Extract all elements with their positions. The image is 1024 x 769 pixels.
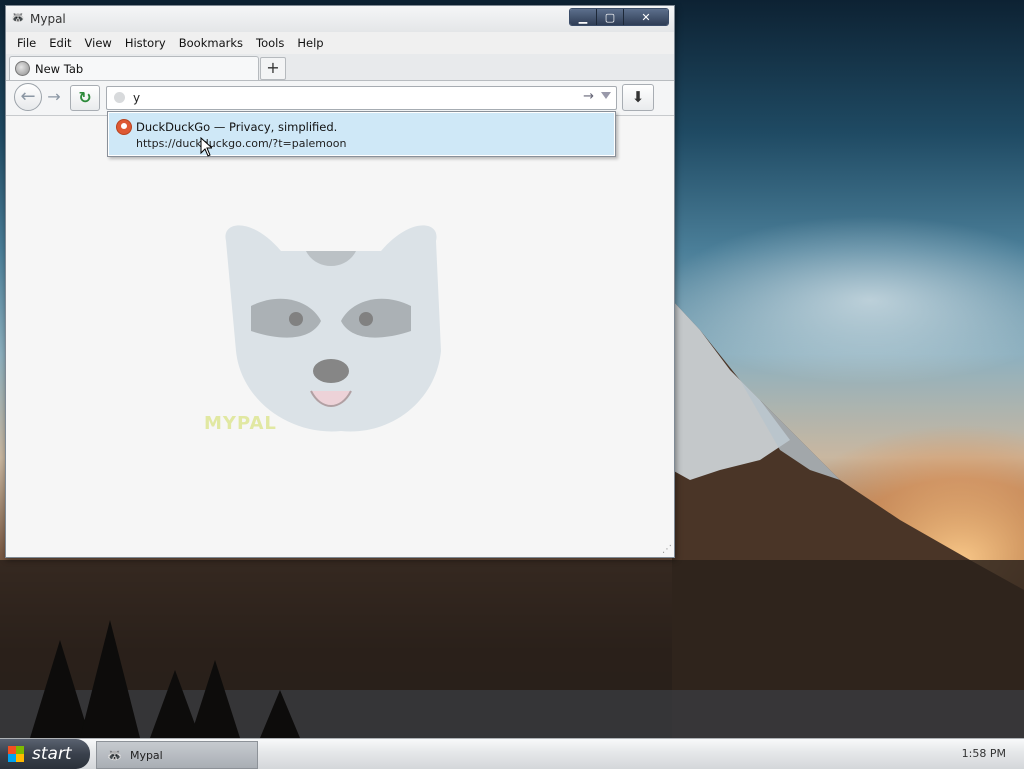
downloads-button[interactable]: ⬇ xyxy=(622,84,654,111)
menu-file[interactable]: File xyxy=(17,36,36,50)
caption-buttons: ▁ ▢ ✕ xyxy=(569,8,669,26)
new-tab-button[interactable]: + xyxy=(260,57,286,80)
window-title: Mypal xyxy=(30,12,66,26)
raccoon-icon: 🦝 xyxy=(11,11,25,24)
menu-bookmarks[interactable]: Bookmarks xyxy=(179,36,243,50)
start-label: start xyxy=(32,744,72,764)
start-button[interactable]: start xyxy=(0,739,90,769)
mouse-cursor-icon xyxy=(200,137,212,157)
menu-help[interactable]: Help xyxy=(297,36,323,50)
address-bar[interactable]: → xyxy=(106,86,617,110)
duckduckgo-icon xyxy=(116,119,132,135)
taskbar-item-label: Mypal xyxy=(129,748,163,762)
autocomplete-title: DuckDuckGo — Privacy, simplified. xyxy=(136,120,338,134)
tab-strip: New Tab + xyxy=(6,54,674,81)
menu-tools[interactable]: Tools xyxy=(256,36,284,50)
globe-icon xyxy=(15,61,30,76)
tab-label: New Tab xyxy=(35,62,84,76)
go-arrow-icon[interactable]: → xyxy=(583,90,594,104)
page-favicon-icon xyxy=(114,92,125,103)
minimize-button[interactable]: ▁ xyxy=(570,9,596,25)
menu-view[interactable]: View xyxy=(85,36,112,50)
browser-window: 🦝 Mypal ▁ ▢ ✕ File Edit View History Boo… xyxy=(5,5,675,558)
raccoon-icon: 🦝 xyxy=(107,748,122,762)
system-clock: 1:58 PM xyxy=(961,747,1006,760)
url-input[interactable] xyxy=(131,89,575,107)
back-button[interactable]: ← xyxy=(14,83,42,111)
close-button[interactable]: ✕ xyxy=(623,9,668,25)
forward-button[interactable]: → xyxy=(44,89,64,105)
title-bar[interactable]: 🦝 Mypal ▁ ▢ ✕ xyxy=(6,6,674,32)
page-content: MYPAL ⋰ xyxy=(6,116,674,557)
maximize-button[interactable]: ▢ xyxy=(596,9,623,25)
taskbar-item-mypal[interactable]: 🦝 Mypal xyxy=(96,741,258,769)
windows-logo-icon xyxy=(8,746,24,762)
autocomplete-item[interactable]: DuckDuckGo — Privacy, simplified. https:… xyxy=(109,113,614,155)
brand-logo: MYPAL xyxy=(204,413,277,434)
menu-edit[interactable]: Edit xyxy=(49,36,71,50)
menu-bar: File Edit View History Bookmarks Tools H… xyxy=(6,32,674,54)
tab-new-tab[interactable]: New Tab xyxy=(9,56,259,80)
autocomplete-url: https://duckduckgo.com/?t=palemoon xyxy=(136,137,347,150)
autocomplete-popup: DuckDuckGo — Privacy, simplified. https:… xyxy=(107,111,616,157)
resize-grip[interactable]: ⋰ xyxy=(662,545,672,555)
raccoon-logo xyxy=(225,225,441,432)
menu-history[interactable]: History xyxy=(125,36,166,50)
history-dropdown-icon[interactable] xyxy=(601,92,611,99)
taskbar: start 🦝 Mypal 1:58 PM xyxy=(0,738,1024,769)
reload-button[interactable]: ↻ xyxy=(70,85,100,111)
